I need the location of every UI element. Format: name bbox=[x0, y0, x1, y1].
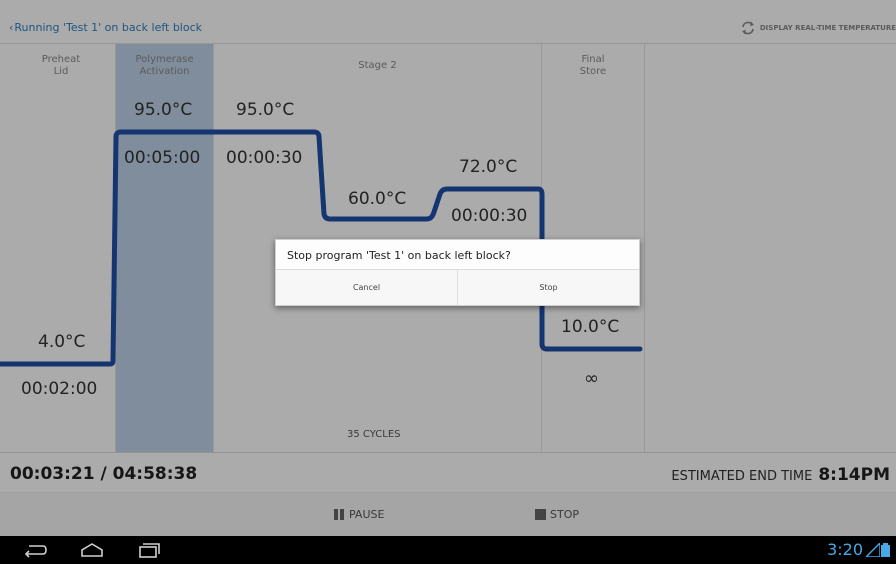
signal-icon bbox=[866, 543, 880, 557]
system-status-icons bbox=[866, 543, 892, 557]
recent-apps-nav-icon[interactable] bbox=[136, 542, 162, 558]
dialog-stop-label: Stop bbox=[539, 283, 558, 292]
dialog-cancel-button[interactable]: Cancel bbox=[276, 270, 457, 305]
thermal-cycler-run-screen: ‹Running 'Test 1' on back left block DIS… bbox=[0, 0, 896, 564]
system-clock: 3:20 bbox=[827, 540, 863, 559]
dialog-button-row: Cancel Stop bbox=[276, 269, 639, 305]
battery-icon bbox=[881, 543, 890, 557]
back-nav-icon[interactable] bbox=[22, 542, 48, 558]
stop-program-dialog: Stop program 'Test 1' on back left block… bbox=[275, 239, 640, 306]
dialog-stop-button[interactable]: Stop bbox=[457, 270, 639, 305]
dialog-cancel-label: Cancel bbox=[352, 283, 381, 292]
dialog-message: Stop program 'Test 1' on back left block… bbox=[287, 249, 511, 262]
system-navigation-bar: 3:20 bbox=[0, 536, 896, 564]
home-nav-icon[interactable] bbox=[79, 542, 105, 558]
